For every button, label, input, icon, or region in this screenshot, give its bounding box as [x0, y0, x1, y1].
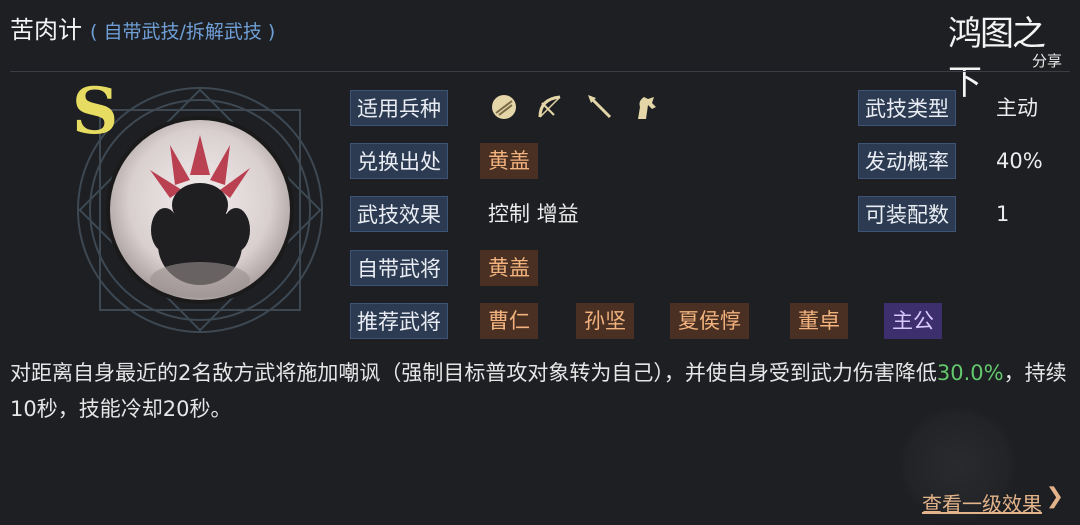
source-general-tag[interactable]: 黄盖: [480, 143, 538, 179]
own-general-tag[interactable]: 黄盖: [480, 250, 538, 286]
skill-description: 对距离自身最近的2名敌方武将施加嘲讽（强制目标普攻对象转为自己），并使自身受到武…: [10, 355, 1070, 427]
skill-type-label: 武技类型: [858, 90, 956, 126]
own-general-label: 自带武将: [350, 250, 448, 286]
trigger-rate-label: 发动概率: [858, 143, 956, 179]
header-divider: [10, 71, 1070, 72]
recommended-general-tag[interactable]: 曹仁: [480, 303, 538, 339]
trigger-rate-value: 40%: [996, 149, 1043, 173]
view-level1-effect-link[interactable]: 查看一级效果: [922, 488, 1042, 517]
share-button[interactable]: 分享: [1032, 50, 1062, 71]
effect-label: 武技效果: [350, 196, 448, 232]
spear-icon: [588, 95, 612, 119]
equip-count-label: 可装配数: [858, 196, 956, 232]
effect-value: 控制 增益: [488, 202, 579, 226]
unit-types-label: 适用兵种: [350, 90, 448, 126]
equip-count-value: 1: [996, 202, 1010, 226]
recommended-lord-tag[interactable]: 主公: [884, 303, 942, 339]
bow-icon: [538, 95, 561, 118]
grade-badge: S: [72, 74, 119, 149]
description-text: 对距离自身最近的2名敌方武将施加嘲讽（强制目标普攻对象转为自己），并使自身受到武…: [10, 361, 937, 385]
title-row: 苦肉计 ( 自带武技/拆解武技 ): [10, 10, 275, 50]
recommended-general-tag[interactable]: 孙坚: [576, 303, 634, 339]
shield-icon: [492, 95, 516, 119]
skill-type-value: 主动: [996, 96, 1038, 120]
brand-watermark: 鸿图之下 分享: [948, 6, 1068, 103]
skill-title: 苦肉计: [10, 16, 82, 44]
skill-category: ( 自带武技/拆解武技 ): [90, 21, 276, 43]
source-label: 兑换出处: [350, 143, 448, 179]
chevron-right-icon[interactable]: ❯: [1046, 484, 1064, 509]
horse-icon: [638, 97, 656, 119]
recommended-general-tag[interactable]: 董卓: [790, 303, 848, 339]
description-highlight-value: 30.0%: [936, 361, 1004, 385]
recommended-label: 推荐武将: [350, 303, 448, 339]
recommended-general-tag[interactable]: 夏侯惇: [670, 303, 749, 339]
